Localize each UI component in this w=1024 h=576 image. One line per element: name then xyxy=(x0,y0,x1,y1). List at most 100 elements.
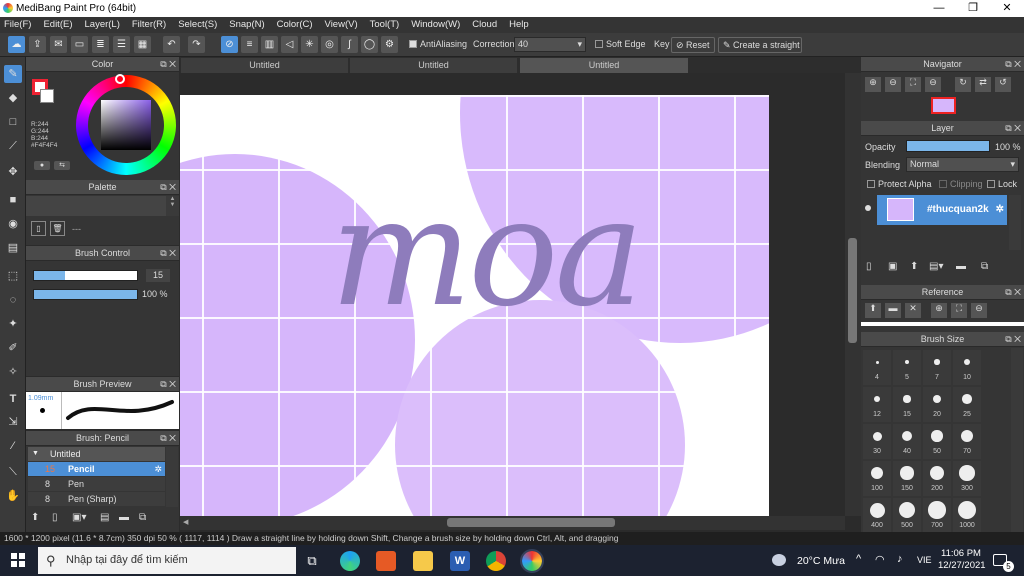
grid-icon[interactable]: ▦ xyxy=(134,36,151,53)
list-icon[interactable]: ☰ xyxy=(113,36,130,53)
lock-toggle[interactable]: Lock xyxy=(987,179,1017,189)
gradient-tool-icon[interactable]: ▤ xyxy=(4,239,22,257)
file-explorer-icon[interactable] xyxy=(413,551,433,571)
canvas-viewport[interactable]: moa xyxy=(180,73,845,516)
brush-size-cell[interactable]: 25 xyxy=(953,387,981,422)
tab-untitled-3[interactable]: Untitled xyxy=(520,58,688,73)
brush-settings-icon[interactable]: ▤ xyxy=(100,512,109,523)
brush-size-scrollbar[interactable] xyxy=(1011,348,1023,532)
brush-item-pen-sharp[interactable]: 8 Pen (Sharp) xyxy=(28,492,165,506)
import-layer-icon[interactable]: ⬆ xyxy=(910,261,918,272)
hand-tool-icon[interactable]: ✋ xyxy=(4,487,22,505)
layer-row-thucquan2k[interactable]: #thucquan2k ✲ xyxy=(877,195,1007,225)
gear-icon[interactable]: ✲ xyxy=(154,462,162,476)
minimize-button[interactable]: — xyxy=(922,0,956,17)
brush-size-cell[interactable]: 10 xyxy=(953,350,981,385)
folder-icon[interactable]: ▬ xyxy=(885,303,901,318)
panel-controls-icon[interactable]: ⧉ ✕ xyxy=(160,180,176,195)
zoom-reset-icon[interactable]: ⊖ xyxy=(925,77,941,92)
panel-controls-icon[interactable]: ⧉ ✕ xyxy=(160,431,176,446)
close-button[interactable]: ✕ xyxy=(990,0,1024,17)
create-straight-button[interactable]: ✎ Create a straight xyxy=(718,37,802,53)
upload-icon[interactable]: ⇪ xyxy=(29,36,46,53)
menu-file[interactable]: File(F) xyxy=(4,17,31,33)
panel-controls-icon[interactable]: ⧉ ✕ xyxy=(1005,332,1021,347)
zoom-out-icon[interactable]: ⊖ xyxy=(971,303,987,318)
fit-icon[interactable]: ⛶ xyxy=(951,303,967,318)
brush-size-cell[interactable]: 700 xyxy=(923,498,951,533)
move-tool-icon[interactable]: ✥ xyxy=(4,163,22,181)
brush-size-cell[interactable]: 5 xyxy=(893,350,921,385)
taskbar-search-box[interactable]: ⚲ Nhập tại đây để tìm kiếm xyxy=(38,547,296,574)
document-icon[interactable]: ≣ xyxy=(92,36,109,53)
task-view-icon[interactable]: ⧉ xyxy=(302,551,322,571)
message-icon[interactable]: ▭ xyxy=(71,36,88,53)
folder-icon[interactable]: ▬ xyxy=(119,512,129,523)
panel-controls-icon[interactable]: ⧉ ✕ xyxy=(160,246,176,261)
brush-size-slider[interactable] xyxy=(33,270,138,281)
brush-size-cell[interactable]: 300 xyxy=(953,461,981,496)
antialiasing-checkbox[interactable] xyxy=(409,40,417,48)
duplicate-icon[interactable]: ⧉ xyxy=(139,512,146,523)
brush-size-cell[interactable]: 40 xyxy=(893,424,921,459)
select-eraser-icon[interactable]: ✧ xyxy=(4,363,22,381)
brush-size-cell[interactable]: 7 xyxy=(923,350,951,385)
maximize-button[interactable]: ❐ xyxy=(956,0,990,17)
lasso-tool-icon[interactable]: ◌ xyxy=(4,291,22,309)
lock-checkbox[interactable] xyxy=(987,180,995,188)
new-brush-icon[interactable]: ▯ xyxy=(52,512,58,523)
brush-size-cell[interactable]: 30 xyxy=(863,424,891,459)
menu-view[interactable]: View(V) xyxy=(325,17,358,33)
color-swap-icon[interactable]: ⇆ xyxy=(54,161,70,170)
layer-menu-icon[interactable]: ▤▾ xyxy=(929,261,943,272)
snap-perspective-icon[interactable]: ◁ xyxy=(281,36,298,53)
add-brush-icon[interactable]: ⬆ xyxy=(31,512,39,523)
panel-controls-icon[interactable]: ⧉ ✕ xyxy=(160,377,176,392)
clipping-toggle[interactable]: Clipping xyxy=(939,179,983,189)
menu-snap[interactable]: Snap(N) xyxy=(229,17,264,33)
menu-filter[interactable]: Filter(R) xyxy=(132,17,166,33)
brush-item-pen[interactable]: 8 Pen xyxy=(28,477,165,491)
trash-icon[interactable]: 🗑 xyxy=(50,221,65,236)
brush-size-cell[interactable]: 20 xyxy=(923,387,951,422)
snap-radial-icon[interactable]: ✳ xyxy=(301,36,318,53)
weather-text[interactable]: 20°C Mưa xyxy=(797,555,845,567)
medibang-taskbar-icon[interactable] xyxy=(520,549,544,573)
volume-icon[interactable]: ♪ xyxy=(897,553,903,565)
tab-untitled-1[interactable]: Untitled xyxy=(181,58,348,73)
eyedropper-icon[interactable]: ⁄ xyxy=(4,437,22,455)
antialiasing-toggle[interactable]: AntiAliasing xyxy=(409,39,467,49)
color-mode-icon[interactable]: ● xyxy=(34,161,50,170)
menu-cloud[interactable]: Cloud xyxy=(472,17,497,33)
operation-tool-icon[interactable]: ⇲ xyxy=(4,413,22,431)
windows-start-icon[interactable] xyxy=(11,553,25,567)
menu-tool[interactable]: Tool(T) xyxy=(370,17,400,33)
brush-size-cell[interactable]: 12 xyxy=(863,387,891,422)
clipping-checkbox[interactable] xyxy=(939,180,947,188)
redo-icon[interactable]: ↷ xyxy=(188,36,205,53)
cloud-icon[interactable]: ☁ xyxy=(8,36,25,53)
brush-size-cell[interactable]: 70 xyxy=(953,424,981,459)
blending-select[interactable]: Normal ▾ xyxy=(906,157,1019,172)
panel-controls-icon[interactable]: ⧉ ✕ xyxy=(160,57,176,72)
rotate-reset-icon[interactable]: ↺ xyxy=(995,77,1011,92)
folder-icon[interactable]: ▬ xyxy=(956,261,966,272)
menu-select[interactable]: Select(S) xyxy=(178,17,217,33)
bucket-tool-icon[interactable]: ◉ xyxy=(4,215,22,233)
zoom-in-icon[interactable]: ⊕ xyxy=(931,303,947,318)
saturation-square[interactable] xyxy=(101,100,151,150)
brush-size-cell[interactable]: 500 xyxy=(893,498,921,533)
canvas-vertical-scrollbar[interactable] xyxy=(845,73,861,516)
tray-chevron-icon[interactable]: ^ xyxy=(856,553,861,565)
language-indicator[interactable]: VIE xyxy=(917,555,932,565)
zoom-in-icon[interactable]: ⊕ xyxy=(865,77,881,92)
protect-alpha-checkbox[interactable] xyxy=(867,180,875,188)
brush-size-cell[interactable]: 150 xyxy=(893,461,921,496)
brush-list-scrollbar[interactable] xyxy=(166,447,178,507)
chrome-icon[interactable] xyxy=(486,551,506,571)
panel-controls-icon[interactable]: ⧉ ✕ xyxy=(1005,121,1021,136)
clock[interactable]: 11:06 PM 12/27/2021 xyxy=(938,548,986,572)
menu-help[interactable]: Help xyxy=(509,17,529,33)
eraser-tool-icon[interactable]: ◆ xyxy=(4,89,22,107)
dot-tool-icon[interactable]: □ xyxy=(4,113,22,131)
